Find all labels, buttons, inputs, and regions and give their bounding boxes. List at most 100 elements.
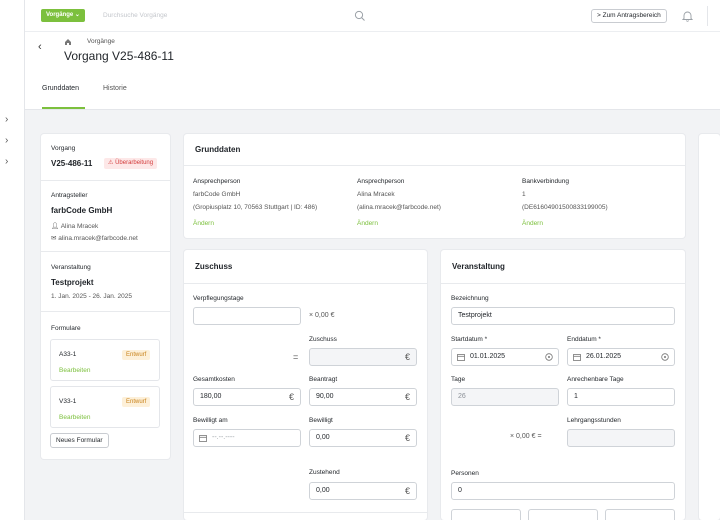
extra-input[interactable]	[528, 509, 598, 520]
new-form-button[interactable]: Neues Formular	[50, 433, 109, 448]
chevron-right-icon[interactable]: ›	[5, 157, 8, 167]
form-status-badge: Entwurf	[122, 397, 151, 407]
change-link[interactable]: Ändern	[193, 220, 214, 227]
calendar-icon	[199, 435, 207, 442]
verpflegungstage-label: Verpflegungstage	[193, 295, 244, 302]
form-edit-link[interactable]: Bearbeiten	[59, 414, 90, 421]
page-title: Vorgang V25-486-11	[64, 49, 174, 63]
dropdown-label: Vorgänge	[46, 12, 74, 18]
divider	[184, 512, 427, 513]
gesamtkosten-input[interactable]: 180,00 €	[193, 388, 301, 406]
divider	[184, 165, 685, 166]
zustehend-value: 0,00	[316, 487, 330, 494]
equals-sign: =	[293, 352, 299, 362]
top-bar: Vorgänge ⌄ Durchsuche Vorgänge > Zum Ant…	[25, 0, 720, 32]
form-name: A33-1	[59, 351, 77, 358]
zustehend-field[interactable]: 0,00 €	[309, 482, 417, 500]
vorgang-label: Vorgang	[51, 145, 76, 152]
home-icon[interactable]	[64, 38, 72, 46]
grunddaten-card: Grunddaten Ansprechperson farbCode GmbH …	[184, 134, 685, 238]
vorgang-id: V25-486-11	[51, 159, 93, 168]
bewilligt-am-label: Bewilligt am	[193, 417, 228, 424]
divider	[707, 6, 708, 26]
back-arrow-icon[interactable]: ‹	[38, 41, 42, 53]
startdatum-input[interactable]: 01.01.2025	[451, 348, 559, 366]
extra-input[interactable]	[605, 509, 675, 520]
search-icon[interactable]	[354, 10, 366, 22]
tab-grunddaten[interactable]: Grunddaten	[42, 85, 79, 92]
form-status-badge: Entwurf	[122, 350, 151, 360]
left-rail: › › ›	[0, 0, 25, 520]
bewilligt-am-placeholder: --.--.----	[212, 434, 235, 441]
form-edit-link[interactable]: Bearbeiten	[59, 367, 90, 374]
change-link[interactable]: Ändern	[357, 220, 378, 227]
summary-card: Vorgang V25-486-11 ⚠ Überarbeitung Antra…	[41, 134, 170, 459]
status-badge: ⚠ Überarbeitung	[104, 158, 158, 169]
divider	[41, 311, 170, 312]
ansprechperson-label: Ansprechperson	[193, 178, 241, 185]
calendar-icon	[457, 354, 465, 361]
vorgaenge-dropdown[interactable]: Vorgänge ⌄	[41, 9, 85, 22]
calendar-icon	[573, 354, 581, 361]
zuschuss-card: Zuschuss Verpflegungstage × 0,00 € Zusch…	[184, 250, 427, 520]
iban-value: (DE61604901500833199005)	[522, 204, 608, 211]
bezeichnung-input[interactable]: Testprojekt	[451, 307, 675, 325]
divider	[41, 251, 170, 252]
zum-antragsbereich-button[interactable]: > Zum Antragsbereich	[591, 9, 667, 23]
verpflegung-rate: × 0,00 €	[309, 312, 335, 319]
chevron-right-icon[interactable]: ›	[5, 136, 8, 146]
veranstaltung-card: Veranstaltung Bezeichnung Testprojekt St…	[441, 250, 685, 520]
contact-email: ✉ alina.mracek@farbcode.net	[51, 234, 138, 242]
bewilligt-label: Bewilligt	[309, 417, 333, 424]
clear-icon[interactable]	[661, 353, 669, 361]
enddatum-value: 26.01.2025	[586, 353, 622, 360]
form-name: V33-1	[59, 398, 77, 405]
contact-person-name: Alina Mracek	[60, 223, 99, 230]
anrechenbare-tage-input[interactable]: 1	[567, 388, 675, 406]
beantragt-input[interactable]: 90,00 €	[309, 388, 417, 406]
mail-icon: ✉	[51, 235, 57, 242]
divider	[184, 283, 427, 284]
bezeichnung-label: Bezeichnung	[451, 295, 489, 302]
contact-email-text: alina.mracek@farbcode.net	[58, 235, 138, 242]
status-badge-text: Überarbeitung	[115, 160, 154, 166]
verpflegungstage-input[interactable]	[193, 307, 301, 325]
antragsteller-label: Antragsteller	[51, 192, 88, 199]
tab-historie[interactable]: Historie	[103, 85, 127, 92]
card-title: Veranstaltung	[452, 262, 505, 271]
form-item[interactable]: V33-1 Entwurf Bearbeiten	[50, 386, 160, 428]
tage-label: Tage	[451, 376, 466, 383]
search-input[interactable]: Durchsuche Vorgänge	[103, 12, 167, 19]
euro-icon: €	[404, 433, 410, 443]
side-panel-card	[699, 134, 720, 520]
enddatum-input[interactable]: 26.01.2025	[567, 348, 675, 366]
chevron-right-icon[interactable]: ›	[5, 115, 8, 125]
veranstaltung-label: Veranstaltung	[51, 264, 91, 271]
form-item[interactable]: A33-1 Entwurf Bearbeiten	[50, 339, 160, 381]
change-link[interactable]: Ändern	[522, 220, 543, 227]
beantragt-value: 90,00	[316, 393, 334, 400]
tage-field: 26	[451, 388, 559, 406]
contact-person: 👤︎ Alina Mracek	[51, 222, 98, 230]
clear-icon[interactable]	[545, 353, 553, 361]
email-value: (alina.mracek@farbcode.net)	[357, 204, 441, 211]
startdatum-label: Startdatum *	[451, 336, 488, 343]
bankverbindung-label: Bankverbindung	[522, 178, 569, 185]
euro-icon: €	[288, 392, 294, 402]
personen-input[interactable]: 0	[451, 482, 675, 500]
bewilligt-am-input[interactable]: --.--.----	[193, 429, 301, 447]
active-tab-indicator	[42, 107, 85, 109]
company-value: farbCode GmbH	[193, 191, 241, 198]
divider	[41, 180, 170, 181]
bewilligt-value: 0,00	[316, 434, 330, 441]
projekt-zeitraum: 1. Jan. 2025 - 26. Jan. 2025	[51, 293, 132, 300]
enddatum-label: Enddatum *	[567, 336, 601, 343]
ansprechperson-label: Ansprechperson	[357, 178, 405, 185]
zuschuss-field: €	[309, 348, 417, 366]
euro-icon: €	[404, 392, 410, 402]
euro-icon: €	[404, 486, 410, 496]
extra-input[interactable]	[451, 509, 521, 520]
bewilligt-input[interactable]: 0,00 €	[309, 429, 417, 447]
breadcrumb[interactable]: Vorgänge	[87, 38, 115, 45]
bell-icon[interactable]	[682, 10, 693, 22]
